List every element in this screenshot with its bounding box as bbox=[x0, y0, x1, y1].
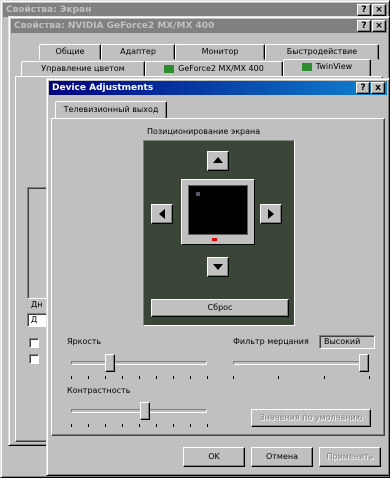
help-icon[interactable]: ? bbox=[357, 4, 371, 16]
tab-adapter[interactable]: Адаптер bbox=[101, 44, 175, 60]
close-icon[interactable]: × bbox=[372, 20, 386, 32]
slider-tick bbox=[105, 424, 106, 427]
slider-tick bbox=[156, 376, 157, 379]
slider-tick bbox=[122, 376, 123, 379]
cancel-button[interactable]: Отмена bbox=[251, 447, 313, 467]
brightness-thumb[interactable] bbox=[105, 354, 116, 372]
positioning-label: Позиционирование экрана bbox=[147, 127, 261, 136]
tab-general[interactable]: Общие bbox=[39, 44, 101, 60]
slider-tick bbox=[88, 424, 89, 427]
tab-tv-output[interactable]: Телевизионный выход bbox=[55, 101, 167, 119]
move-left-button[interactable] bbox=[151, 204, 173, 224]
slider-tick bbox=[323, 376, 325, 379]
contrast-track[interactable] bbox=[71, 409, 207, 413]
slider-tick bbox=[71, 376, 72, 379]
left-checkbox-1[interactable] bbox=[29, 338, 39, 348]
slider-tick bbox=[139, 376, 140, 379]
slider-tick bbox=[190, 376, 191, 379]
flicker-filter-label: Фильтр мерцания bbox=[233, 337, 309, 346]
reset-button[interactable]: Сброс bbox=[151, 299, 289, 317]
help-icon[interactable]: ? bbox=[356, 82, 370, 94]
tab-color-management[interactable]: Управление цветом bbox=[21, 61, 145, 77]
move-down-button[interactable] bbox=[207, 257, 229, 277]
slider-tick bbox=[105, 376, 106, 379]
slider-tick bbox=[233, 376, 234, 379]
flicker-filter-value-box: Высокий bbox=[319, 335, 375, 349]
nvidia-logo-icon bbox=[301, 62, 312, 71]
left-label-1: Дн bbox=[31, 300, 43, 309]
close-icon[interactable]: × bbox=[372, 4, 386, 16]
contrast-ticks bbox=[47, 424, 48, 425]
slider-tick bbox=[207, 424, 208, 427]
nvidia-properties-title: Свойства: NVIDIA GeForce2 MX/MX 400 bbox=[14, 21, 215, 31]
arrow-left-icon bbox=[159, 209, 165, 219]
arrow-right-icon bbox=[268, 209, 274, 219]
defaults-button[interactable]: Значения по умолчанию bbox=[251, 409, 371, 427]
move-right-button[interactable] bbox=[260, 204, 282, 224]
left-field-text: Д bbox=[31, 315, 38, 324]
left-checkbox-2[interactable] bbox=[29, 354, 39, 364]
slider-tick bbox=[173, 376, 174, 379]
tab-twinview[interactable]: TwinView bbox=[283, 59, 371, 77]
device-adjustments-titlebar: Device Adjustments ? x bbox=[49, 81, 387, 95]
contrast-label: Контрастность bbox=[67, 386, 131, 395]
slider-tick bbox=[173, 424, 174, 427]
tab-performance[interactable]: Быстродействие bbox=[265, 44, 379, 60]
arrow-down-icon bbox=[213, 264, 223, 270]
brightness-track[interactable] bbox=[71, 361, 207, 365]
display-properties-title: Свойства: Экран bbox=[6, 5, 92, 15]
ok-button[interactable]: OK bbox=[183, 447, 245, 467]
move-up-button[interactable] bbox=[207, 151, 229, 171]
help-icon[interactable]: ? bbox=[357, 20, 371, 32]
slider-tick bbox=[88, 376, 89, 379]
device-adjustments-title: Device Adjustments bbox=[52, 83, 154, 93]
display-properties-titlebar: Свойства: Экран ? × bbox=[3, 3, 387, 17]
monitor-power-led bbox=[212, 238, 217, 241]
slider-tick bbox=[369, 376, 370, 379]
flicker-filter-track[interactable] bbox=[233, 361, 369, 365]
slider-tick bbox=[190, 424, 191, 427]
flicker-filter-value: Высокий bbox=[324, 337, 361, 346]
nvidia-properties-titlebar: Свойства: NVIDIA GeForce2 MX/MX 400 ? × bbox=[11, 19, 387, 33]
tab-twinview-label: TwinView bbox=[315, 62, 353, 71]
slider-tick bbox=[122, 424, 123, 427]
nvidia-logo-icon bbox=[164, 64, 175, 73]
slider-tick bbox=[207, 376, 208, 379]
tab-geforce-label: GeForce2 MX/MX 400 bbox=[178, 64, 264, 73]
flicker-filter-ticks bbox=[47, 376, 48, 377]
slider-tick bbox=[139, 424, 140, 427]
slider-tick bbox=[71, 424, 72, 427]
slider-tick bbox=[156, 424, 157, 427]
tab-monitor[interactable]: Монитор bbox=[175, 44, 265, 60]
contrast-thumb[interactable] bbox=[140, 402, 151, 420]
close-icon[interactable]: x bbox=[371, 82, 385, 94]
tab-geforce[interactable]: GeForce2 MX/MX 400 bbox=[145, 61, 283, 77]
monitor-glare bbox=[196, 192, 200, 196]
brightness-label: Яркость bbox=[67, 337, 102, 346]
slider-tick bbox=[278, 376, 280, 379]
monitor-icon bbox=[181, 179, 255, 245]
apply-button[interactable]: Применить bbox=[319, 447, 381, 467]
arrow-up-icon bbox=[213, 157, 223, 163]
flicker-filter-thumb[interactable] bbox=[359, 354, 369, 372]
device-adjustments-window: Device Adjustments ? x Телевизионный вых… bbox=[46, 78, 390, 476]
monitor-screen bbox=[188, 185, 248, 235]
